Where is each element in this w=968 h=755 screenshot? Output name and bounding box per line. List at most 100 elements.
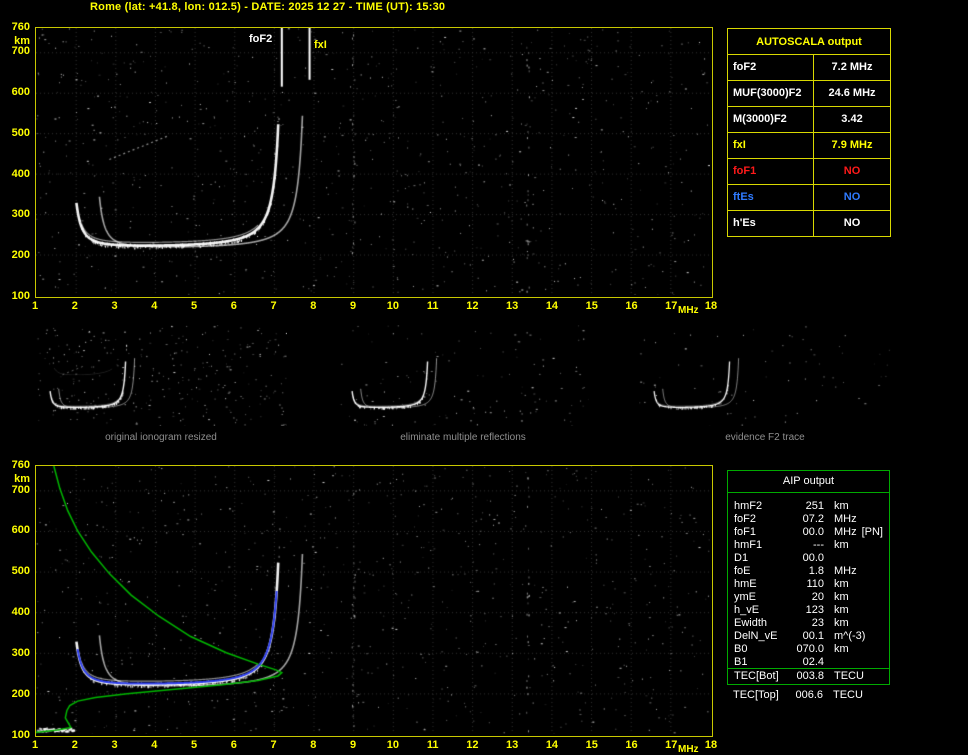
aip-row: B102.4 — [728, 655, 889, 668]
aip-row: h_vE123km — [728, 603, 889, 616]
aip-row-unit: km — [834, 500, 849, 512]
aip-row-label: Ewidth — [734, 617, 792, 629]
y-tick-label: 400 — [0, 606, 30, 618]
x-tick-label: 10 — [383, 300, 403, 312]
x-tick-label: 1 — [25, 300, 45, 312]
aip-row-value: 251 — [792, 500, 824, 512]
fxi-annotation: fxI — [314, 39, 327, 51]
aip-row-label: D1 — [734, 552, 792, 564]
x-tick-label: 11 — [423, 300, 443, 312]
x-tick-label: 12 — [462, 739, 482, 751]
y-tick-label: 760 — [0, 459, 30, 471]
autoscala-row: foF27.2 MHz — [728, 55, 890, 81]
thumbnail-original-ionogram — [35, 325, 287, 426]
y-tick-label: 300 — [0, 208, 30, 220]
aip-row-label: h_vE — [734, 604, 792, 616]
aip-row-value: 123 — [792, 604, 824, 616]
x-tick-label: 6 — [224, 739, 244, 751]
y-tick-label: 760 — [0, 21, 30, 33]
aip-row: hmF2251 km — [728, 499, 889, 512]
autoscala-row: M(3000)F23.42 — [728, 107, 890, 133]
x-tick-label: 11 — [423, 739, 443, 751]
aip-row-value: 02.4 — [792, 656, 824, 668]
x-tick-label: 7 — [264, 739, 284, 751]
x-tick-label: 6 — [224, 300, 244, 312]
autoscala-row-value: NO — [814, 159, 890, 184]
aip-row-value: 006.6 — [791, 689, 823, 701]
autoscala-row-value: 7.9 MHz — [814, 133, 890, 158]
x-axis-unit: MHz — [678, 744, 706, 755]
aip-row-label: ymE — [734, 591, 792, 603]
autoscala-row-value: NO — [814, 185, 890, 210]
autoscala-output-table: AUTOSCALA output foF27.2 MHzMUF(3000)F22… — [727, 28, 891, 237]
aip-table-header: AIP output — [728, 471, 889, 493]
thumbnail-canvas-3 — [639, 325, 891, 426]
autoscala-row: h'EsNO — [728, 211, 890, 236]
x-tick-label: 4 — [144, 739, 164, 751]
x-tick-label: 2 — [65, 739, 85, 751]
x-tick-label: 13 — [502, 300, 522, 312]
aip-row-value: 07.2 — [792, 513, 824, 525]
aip-row-label: hmF1 — [734, 539, 792, 551]
aip-row-extra: [PN] — [862, 526, 883, 538]
thumbnail-eliminate-reflections — [337, 325, 589, 426]
x-tick-label: 16 — [621, 300, 641, 312]
autoscala-table-rows: foF27.2 MHzMUF(3000)F224.6 MHzM(3000)F23… — [728, 55, 890, 236]
y-axis-unit: km — [0, 473, 30, 485]
aip-row-label: foF1 — [734, 526, 792, 538]
aip-output-table: AIP output hmF2251kmfoF207.2MHzfoF100.0M… — [727, 470, 890, 685]
autoscala-row-label: h'Es — [728, 211, 814, 236]
y-tick-label: 400 — [0, 168, 30, 180]
aip-row-value: 20 — [792, 591, 824, 603]
aip-row-unit: km — [834, 617, 849, 629]
x-tick-label: 2 — [65, 300, 85, 312]
x-tick-label: 8 — [303, 300, 323, 312]
aip-row-unit: km — [834, 591, 849, 603]
x-tick-label: 3 — [105, 739, 125, 751]
y-tick-label: 700 — [0, 484, 30, 496]
aip-row-label: DelN_vE — [734, 630, 792, 642]
ionogram-canvas-top — [36, 28, 710, 295]
fof2-annotation: foF2 — [249, 33, 272, 45]
aip-row: D100.0 — [728, 551, 889, 564]
aip-row-value: 070.0 — [792, 643, 824, 655]
aip-row-value: 00.1 — [792, 630, 824, 642]
thumbnail-caption-3: evidence F2 trace — [639, 432, 891, 443]
aip-row-unit: m^(-3) — [834, 630, 865, 642]
aip-tec-top-row: TEC[Top]006.6TECU — [727, 688, 890, 701]
aip-row-unit: MHz — [834, 565, 857, 577]
aip-row-label: B1 — [734, 656, 792, 668]
autoscala-table-header: AUTOSCALA output — [728, 29, 890, 55]
y-tick-label: 700 — [0, 45, 30, 57]
x-tick-label: 1 — [25, 739, 45, 751]
aip-row: TEC[Bot]003.8TECU — [728, 668, 889, 683]
aip-row-unit: km — [834, 539, 849, 551]
aip-row: foF100.0 MHz [PN] — [728, 525, 889, 538]
autoscala-row: MUF(3000)F224.6 MHz — [728, 81, 890, 107]
thumbnail-canvas-2 — [337, 325, 589, 426]
x-tick-label: 15 — [582, 300, 602, 312]
aip-row-value: 00.0 — [792, 526, 824, 538]
x-tick-label: 7 — [264, 300, 284, 312]
aip-row-label: hmF2 — [734, 500, 792, 512]
thumbnail-f2-trace — [639, 325, 891, 426]
aip-row-label: foE — [734, 565, 792, 577]
x-tick-label: 10 — [383, 739, 403, 751]
aip-row-unit: MHz — [834, 526, 857, 538]
aip-row: DelN_vE00.1 m^(-3) — [728, 629, 889, 642]
x-tick-label: 14 — [542, 300, 562, 312]
aip-row-value: 23 — [792, 617, 824, 629]
aip-row: hmE110km — [728, 577, 889, 590]
aip-row: ymE20 km — [728, 590, 889, 603]
x-tick-label: 4 — [144, 300, 164, 312]
x-tick-label: 5 — [184, 300, 204, 312]
autoscala-row-label: foF1 — [728, 159, 814, 184]
aip-row-unit: TECU — [833, 689, 863, 701]
aip-row: B0070.0km — [728, 642, 889, 655]
autoscala-row: fxI7.9 MHz — [728, 133, 890, 159]
x-tick-label: 5 — [184, 739, 204, 751]
aip-row-value: 1.8 — [792, 565, 824, 577]
ionogram-canvas-bottom — [36, 466, 710, 734]
y-tick-label: 500 — [0, 127, 30, 139]
aip-row-unit: km — [834, 643, 849, 655]
